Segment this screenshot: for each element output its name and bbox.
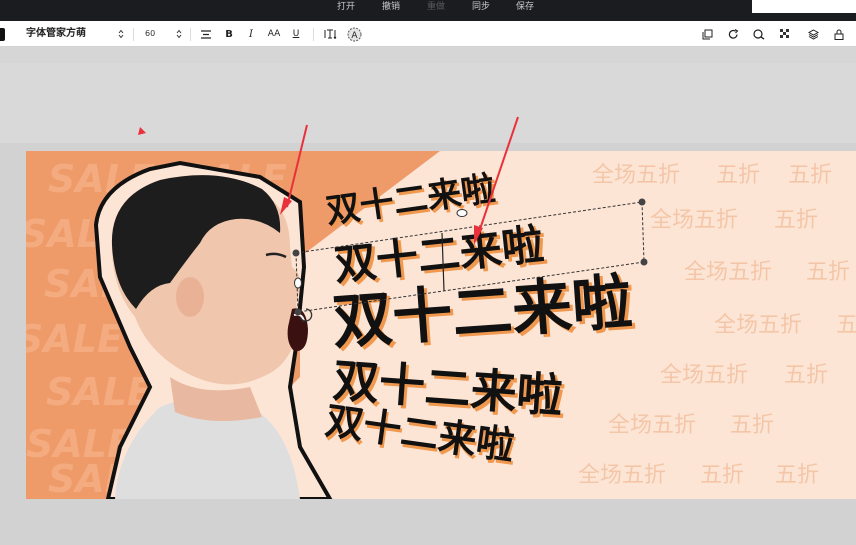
resize-handle[interactable] (292, 249, 300, 257)
sale-watermark: SALE (46, 370, 153, 414)
undo-menu[interactable]: 撤销 (382, 0, 400, 21)
side-handle[interactable] (456, 209, 468, 217)
font-size-input[interactable]: 60 (145, 21, 155, 47)
divider (313, 28, 314, 41)
redo-menu[interactable]: 重做 (427, 0, 445, 21)
bucket-icon[interactable] (752, 21, 766, 47)
discount-text: 全场五折 (608, 413, 696, 438)
font-size-chevron-icon[interactable] (176, 29, 182, 39)
discount-text: 五折 (775, 463, 819, 488)
backdrop-top (0, 63, 856, 143)
discount-text: 五折 (716, 163, 760, 188)
rotate-icon[interactable] (726, 21, 740, 47)
discount-text: 五折 (836, 313, 856, 338)
discount-text: 全场五折 (592, 163, 680, 188)
text-color-swatch[interactable] (0, 28, 5, 41)
font-family-select[interactable]: 字体管家方萌 (26, 21, 86, 47)
copy-icon[interactable] (700, 21, 714, 47)
transparency-icon[interactable] (778, 21, 792, 47)
divider (190, 28, 191, 41)
divider (133, 28, 134, 41)
save-menu[interactable]: 保存 (516, 0, 534, 21)
layers-icon[interactable] (806, 21, 820, 47)
resize-handle[interactable] (294, 308, 302, 316)
discount-text: 五折 (806, 260, 850, 285)
discount-text: 全场五折 (650, 208, 738, 233)
discount-text: 全场五折 (684, 260, 772, 285)
discount-text: 全场五折 (714, 313, 802, 338)
resize-handle[interactable] (640, 258, 648, 266)
design-artboard: SALE SALE SALE SALE SALE SALE SALE SALE … (0, 63, 856, 545)
account-area[interactable] (752, 0, 856, 13)
sale-watermark: SALE (16, 317, 123, 361)
resize-handle[interactable] (638, 198, 646, 206)
text-toolbar: 字体管家方萌 60 B I AA U A (0, 21, 856, 47)
open-menu[interactable]: 打开 (337, 0, 355, 21)
discount-text: 五折 (700, 463, 744, 488)
sync-menu[interactable]: 同步 (472, 0, 490, 21)
align-icon[interactable] (200, 21, 212, 47)
side-handle[interactable] (294, 277, 302, 289)
italic-icon[interactable]: I (245, 21, 257, 47)
underline-icon[interactable]: U (290, 21, 302, 47)
discount-text: 五折 (784, 363, 828, 388)
discount-text: 全场五折 (578, 463, 666, 488)
person-ear (176, 277, 204, 317)
discount-text: 五折 (730, 413, 774, 438)
discount-text: 五折 (788, 163, 832, 188)
case-icon[interactable]: AA (266, 21, 282, 47)
svg-text:A: A (351, 31, 358, 41)
text-spacing-icon[interactable] (323, 21, 339, 47)
text-effect-icon[interactable]: A (346, 21, 362, 47)
top-menu-bar: 打开 撤销 重做 同步 保存 (0, 0, 856, 21)
lock-icon[interactable] (832, 21, 846, 47)
design-canvas[interactable]: SALE SALE SALE SALE SALE SALE SALE SALE … (0, 47, 856, 545)
discount-text: 五折 (774, 208, 818, 233)
bold-icon[interactable]: B (223, 21, 235, 47)
font-family-chevron-icon[interactable] (118, 29, 124, 39)
discount-text: 全场五折 (660, 363, 748, 388)
